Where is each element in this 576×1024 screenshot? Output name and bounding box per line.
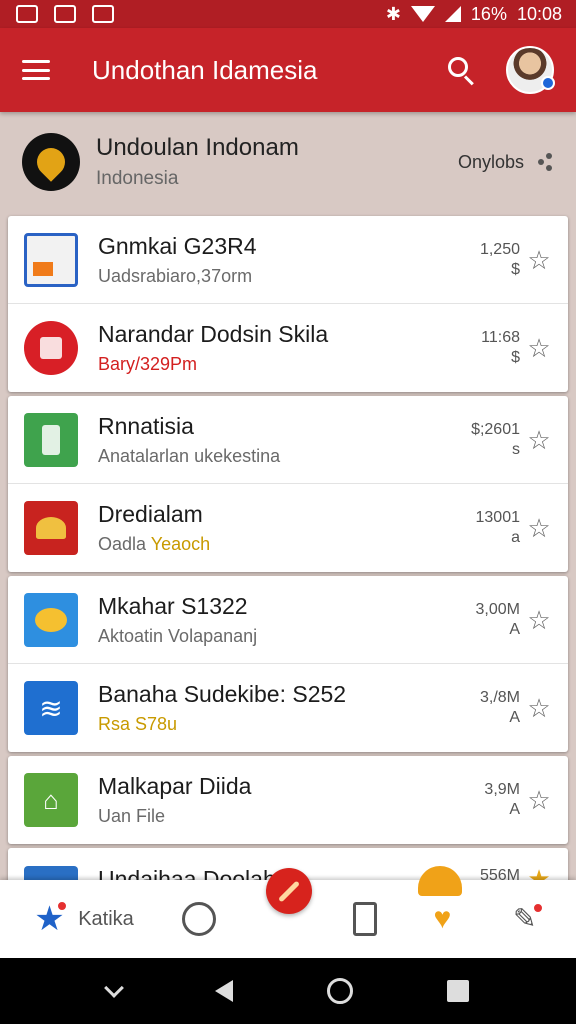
list-item[interactable]: Narandar Dodsin Skila Bary/329Pm 11:68 $ … bbox=[8, 304, 568, 392]
item-title: Gnmkai G23R4 bbox=[98, 232, 257, 259]
item-size: 1,250 $ bbox=[479, 240, 520, 278]
list-item[interactable]: ≋ Banaha Sudekibe: S252 Rsa S78u 3,/8M A … bbox=[8, 664, 568, 752]
menu-icon[interactable] bbox=[22, 60, 50, 80]
app-title: Undothan Idamesia bbox=[92, 54, 318, 85]
recents-icon[interactable] bbox=[447, 980, 469, 1002]
brand-logo bbox=[22, 133, 80, 191]
star-icon[interactable]: ☆ bbox=[526, 335, 552, 361]
notification-icons bbox=[16, 5, 114, 23]
list-card: Mkahar S1322 Aktoatin Volapananj 3,00M A … bbox=[8, 576, 568, 752]
list-item[interactable]: Mkahar S1322 Aktoatin Volapananj 3,00M A … bbox=[8, 576, 568, 664]
status-bar: ✱ 16% 10:08 bbox=[0, 0, 576, 28]
list-item[interactable]: ⌂ Malkapar Diida Uan File 3,9M A ☆ bbox=[8, 756, 568, 844]
list-card: Gnmkai G23R4 Uadsrabiaro,37orm 1,250 $ ☆ … bbox=[8, 216, 568, 392]
flower-app-icon bbox=[24, 501, 78, 555]
star-icon[interactable]: ☆ bbox=[526, 515, 552, 541]
create-fab-button[interactable] bbox=[266, 868, 312, 914]
wave-app-icon: ≋ bbox=[24, 681, 78, 735]
item-subtitle: Aktoatin Volapananj bbox=[98, 625, 258, 646]
star-nav-icon: ★ bbox=[34, 900, 69, 936]
star-icon[interactable]: ☆ bbox=[526, 427, 552, 453]
list-item[interactable]: Gnmkai G23R4 Uadsrabiaro,37orm 1,250 $ ☆ bbox=[8, 216, 568, 304]
robot-nav-icon bbox=[182, 902, 217, 936]
item-size: 11:68 $ bbox=[481, 329, 520, 366]
page-header: Undoulan Indonam Indonesia Onylobs bbox=[0, 112, 576, 212]
list-card: Rnnatisia Anatalarlan ukekestina $;2601 s… bbox=[8, 396, 568, 572]
list-item[interactable]: Rnnatisia Anatalarlan ukekestina $;2601 s… bbox=[8, 396, 568, 484]
signal-icon bbox=[444, 6, 461, 22]
nav-item-label: Katika bbox=[78, 907, 134, 930]
heart-nav-icon: ♥ bbox=[433, 902, 452, 935]
home-app-icon: ⌂ bbox=[24, 773, 78, 827]
image-icon bbox=[16, 5, 38, 23]
item-title: Rnnatisia bbox=[98, 412, 194, 439]
page-title: Undoulan Indonam bbox=[96, 134, 299, 161]
nav-item-favorites[interactable]: ♥ bbox=[425, 902, 459, 936]
item-size: 13001 a bbox=[475, 509, 521, 546]
battery-percent: 16% bbox=[470, 3, 507, 24]
list-item[interactable]: Dredialam Oadla Yeaoch 13001 a ☆ bbox=[8, 484, 568, 572]
item-size: 3,00M A bbox=[475, 600, 520, 638]
item-size: 3,9M A bbox=[484, 781, 520, 818]
phone-app-icon bbox=[24, 412, 78, 467]
item-size: $;2601 s bbox=[471, 420, 520, 458]
item-title: Mkahar S1322 bbox=[98, 592, 248, 619]
page-subtitle: Indonesia bbox=[96, 168, 179, 189]
system-nav-bar bbox=[0, 958, 576, 1024]
chevron-down-icon[interactable] bbox=[104, 978, 124, 998]
header-action-link[interactable]: Onylobs bbox=[458, 152, 524, 173]
list-card: ⌂ Malkapar Diida Uan File 3,9M A ☆ bbox=[8, 756, 568, 844]
star-icon[interactable]: ☆ bbox=[526, 607, 552, 633]
nav-item-clipboard[interactable] bbox=[352, 902, 377, 936]
robot-app-icon bbox=[24, 321, 78, 375]
nav-item-robot[interactable] bbox=[182, 902, 217, 936]
item-title: Narandar Dodsin Skila bbox=[98, 321, 329, 347]
account-badge-icon bbox=[541, 76, 555, 90]
item-subtitle: Oadla Yeaoch bbox=[98, 534, 211, 554]
item-size: 3,/8M A bbox=[479, 689, 520, 726]
search-icon[interactable] bbox=[446, 55, 476, 86]
item-title: Malkapar Diida bbox=[98, 773, 252, 799]
bag-icon bbox=[92, 5, 114, 23]
home-icon[interactable] bbox=[327, 978, 353, 1004]
app-bar: Undothan Idamesia bbox=[0, 28, 576, 112]
star-icon[interactable]: ☆ bbox=[526, 247, 552, 273]
item-title: Banaha Sudekibe: S252 bbox=[98, 681, 347, 707]
item-subtitle: Anatalarlan ukekestina bbox=[98, 445, 281, 466]
item-list: Gnmkai G23R4 Uadsrabiaro,37orm 1,250 $ ☆ … bbox=[8, 216, 568, 912]
wifi-icon bbox=[410, 6, 435, 22]
item-subtitle: Bary/329Pm bbox=[98, 354, 198, 374]
item-subtitle: Uadsrabiaro,37orm bbox=[98, 265, 253, 286]
mail-icon bbox=[54, 5, 76, 23]
share-icon[interactable] bbox=[538, 153, 554, 171]
star-icon[interactable]: ☆ bbox=[526, 787, 552, 813]
item-subtitle: Uan File bbox=[98, 806, 166, 826]
nav-item-tools[interactable]: ✎ bbox=[508, 902, 544, 936]
clipboard-nav-icon bbox=[352, 902, 377, 936]
item-subtitle: Rsa S78u bbox=[98, 714, 178, 734]
calendar-app-icon bbox=[24, 232, 78, 287]
nav-item-katika[interactable]: ★ Katika bbox=[34, 900, 134, 936]
avatar[interactable] bbox=[506, 46, 555, 94]
item-title: Dredialam bbox=[98, 501, 203, 527]
back-icon[interactable] bbox=[215, 980, 233, 1002]
bluetooth-icon: ✱ bbox=[385, 3, 401, 24]
wrench-nav-icon: ✎ bbox=[508, 902, 544, 936]
clock: 10:08 bbox=[516, 3, 562, 24]
leaf-app-icon bbox=[24, 592, 78, 647]
star-icon[interactable]: ☆ bbox=[526, 695, 552, 721]
